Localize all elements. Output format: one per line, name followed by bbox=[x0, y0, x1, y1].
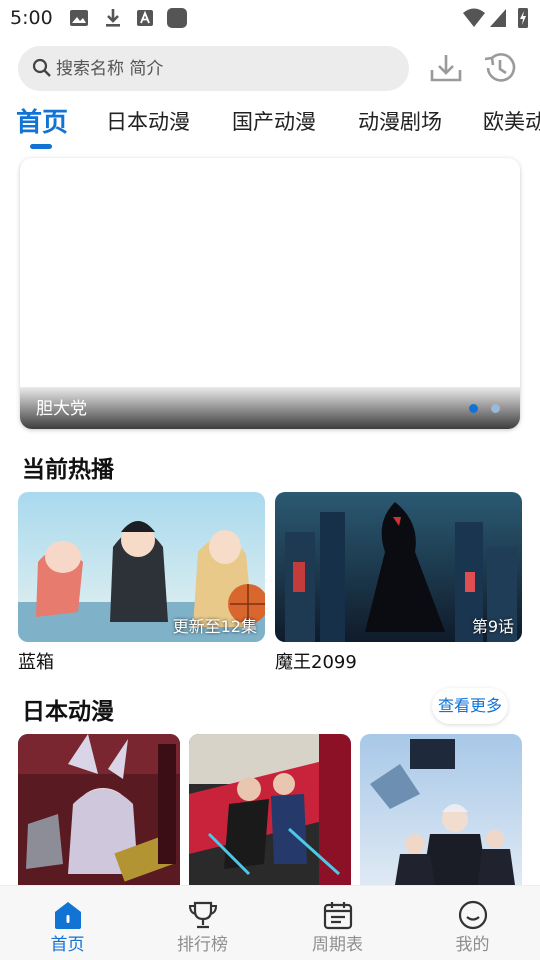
banner-carousel[interactable]: 胆大党 bbox=[20, 158, 520, 429]
tab-anime-theater[interactable]: 动漫剧场 bbox=[358, 106, 442, 136]
anime-card-cover[interactable] bbox=[360, 734, 522, 885]
episode-badge: 更新至12集 bbox=[172, 617, 257, 636]
anime-card-cover[interactable]: 更新至12集 bbox=[18, 492, 265, 642]
bottom-navigation: 首页 排行榜 周期表 我的 bbox=[0, 885, 540, 960]
nav-label: 我的 bbox=[455, 935, 490, 955]
section-title-now-airing: 当前热播 bbox=[22, 457, 114, 483]
cover-image bbox=[18, 734, 180, 885]
anime-card-cover[interactable]: 第9话 bbox=[275, 492, 522, 642]
home-icon bbox=[55, 902, 81, 929]
episode-badge: 第9话 bbox=[471, 617, 514, 636]
category-tabs: 首页 日本动漫 国产动漫 动漫剧场 欧美动 bbox=[0, 96, 540, 152]
battery-icon bbox=[518, 8, 528, 28]
trophy-icon bbox=[188, 901, 218, 929]
nav-home[interactable]: 首页 bbox=[0, 886, 135, 960]
signal-icon bbox=[490, 9, 506, 27]
nav-schedule[interactable]: 周期表 bbox=[270, 886, 405, 960]
banner-caption-bar bbox=[20, 387, 520, 429]
search-bar[interactable] bbox=[18, 46, 409, 91]
smile-icon bbox=[458, 900, 488, 930]
cover-image bbox=[360, 734, 522, 885]
active-tab-indicator bbox=[30, 144, 52, 149]
history-icon[interactable] bbox=[480, 48, 520, 88]
tab-chinese-anime[interactable]: 国产动漫 bbox=[232, 106, 316, 136]
status-time: 5:00 bbox=[10, 7, 53, 29]
tab-home[interactable]: 首页 bbox=[16, 102, 68, 139]
image-icon bbox=[70, 10, 88, 26]
status-bar: 5:00 bbox=[0, 0, 540, 36]
nav-label: 首页 bbox=[50, 935, 85, 955]
nav-label: 排行榜 bbox=[177, 935, 228, 955]
download-status-icon bbox=[106, 9, 120, 27]
download-icon[interactable] bbox=[426, 48, 466, 88]
section-title-japanese-anime: 日本动漫 bbox=[22, 699, 114, 725]
nav-ranking[interactable]: 排行榜 bbox=[135, 886, 270, 960]
search-icon bbox=[32, 58, 51, 77]
tab-western-anime[interactable]: 欧美动 bbox=[483, 106, 540, 136]
cover-image bbox=[189, 734, 351, 885]
nav-profile[interactable]: 我的 bbox=[405, 886, 540, 960]
search-input[interactable] bbox=[56, 54, 396, 83]
wifi-icon bbox=[463, 8, 485, 27]
app-square-icon bbox=[167, 8, 187, 28]
nav-label: 周期表 bbox=[312, 935, 363, 955]
tab-japanese-anime[interactable]: 日本动漫 bbox=[106, 106, 190, 136]
calendar-icon bbox=[323, 902, 353, 930]
anime-card-cover[interactable] bbox=[18, 734, 180, 885]
anime-title[interactable]: 蓝箱 bbox=[18, 648, 54, 674]
anime-card-cover[interactable] bbox=[189, 734, 351, 885]
banner-title: 胆大党 bbox=[36, 399, 87, 419]
carousel-dot bbox=[491, 404, 500, 413]
carousel-dot-active bbox=[469, 404, 478, 413]
anime-title[interactable]: 魔王2099 bbox=[275, 648, 357, 674]
font-icon bbox=[137, 10, 153, 26]
see-more-button[interactable]: 查看更多 bbox=[432, 688, 508, 724]
